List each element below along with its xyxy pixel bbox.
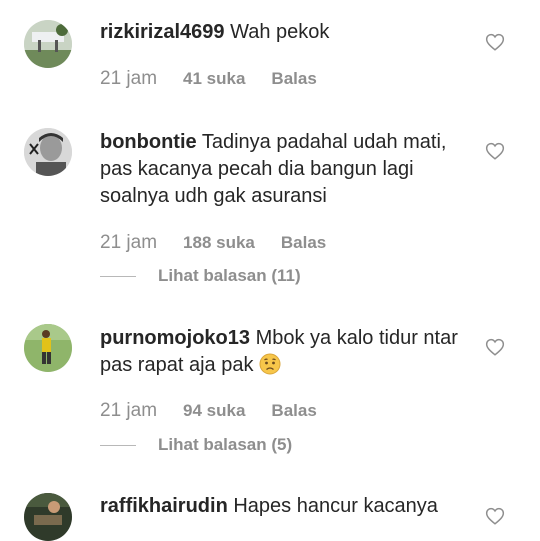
view-replies-button[interactable]: Lihat balasan (5) xyxy=(100,435,292,457)
view-replies-button[interactable]: Lihat balasan (11) xyxy=(100,266,301,288)
comment-text: rizkirizal4699 Wah pekok xyxy=(100,19,470,46)
like-heart-icon[interactable] xyxy=(485,142,505,160)
like-heart-icon[interactable] xyxy=(485,33,505,51)
avatar-image xyxy=(24,493,72,541)
comment-meta: 21 jam 188 suka Balas xyxy=(100,232,326,256)
comment-text: bonbontie Tadinya padahal udah mati, pas… xyxy=(100,129,470,210)
reply-button[interactable]: Balas xyxy=(271,401,316,420)
comment-username[interactable]: bonbontie xyxy=(100,131,197,153)
comment-meta: 21 jam 94 suka Balas xyxy=(100,400,317,424)
like-heart-icon[interactable] xyxy=(485,507,505,525)
comment-body: Hapes hancur kacanya xyxy=(233,495,438,517)
avatar-image xyxy=(24,128,72,176)
like-heart-icon[interactable] xyxy=(485,338,505,356)
avatar[interactable] xyxy=(24,493,72,541)
reply-button[interactable]: Balas xyxy=(271,69,316,88)
worried-face-icon xyxy=(259,353,281,375)
comment-body: Wah pekok xyxy=(230,21,330,43)
view-replies-label: Lihat balasan (11) xyxy=(158,266,301,285)
comment-time: 21 jam xyxy=(100,68,158,89)
comment-username[interactable]: purnomojoko13 xyxy=(100,327,250,349)
avatar[interactable] xyxy=(24,20,72,68)
avatar-image xyxy=(24,324,72,372)
comment-username[interactable]: raffikhairudin xyxy=(100,495,228,517)
avatar[interactable] xyxy=(24,324,72,372)
avatar[interactable] xyxy=(24,128,72,176)
replies-divider xyxy=(100,276,136,278)
avatar-image xyxy=(24,20,72,68)
reply-button[interactable]: Balas xyxy=(281,233,326,252)
comment-likes[interactable]: 188 suka xyxy=(183,233,255,252)
replies-divider xyxy=(100,445,136,447)
comment-likes[interactable]: 41 suka xyxy=(183,69,245,88)
comment-username[interactable]: rizkirizal4699 xyxy=(100,21,225,43)
comment-time: 21 jam xyxy=(100,400,158,421)
comment-likes[interactable]: 94 suka xyxy=(183,401,245,420)
comment-text: purnomojoko13 Mbok ya kalo tidur ntar pa… xyxy=(100,325,470,379)
comment-time: 21 jam xyxy=(100,232,158,253)
comment-meta: 21 jam 41 suka Balas xyxy=(100,68,317,92)
comment-text: raffikhairudin Hapes hancur kacanya xyxy=(100,493,470,520)
view-replies-label: Lihat balasan (5) xyxy=(158,435,293,454)
